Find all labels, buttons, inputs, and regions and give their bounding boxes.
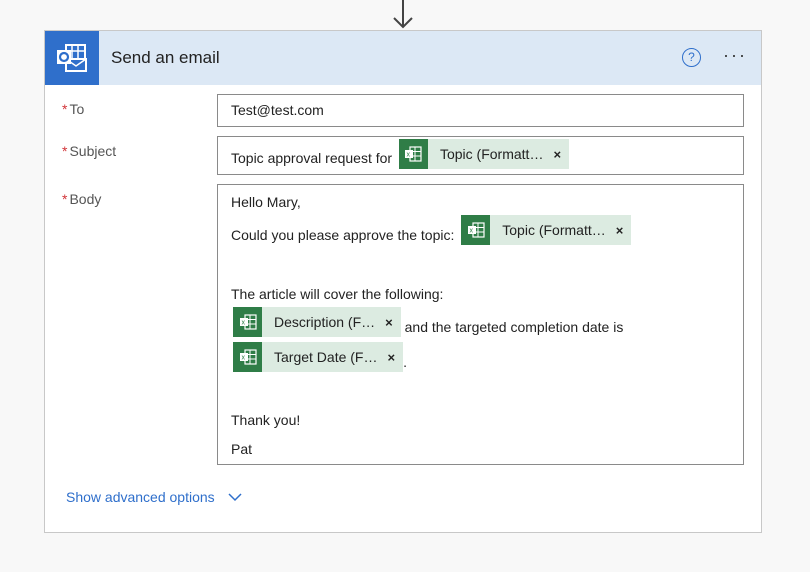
help-icon[interactable]: ? bbox=[682, 48, 701, 67]
svg-text:x: x bbox=[469, 228, 473, 235]
excel-icon: x bbox=[399, 139, 428, 169]
required-marker: * bbox=[62, 101, 67, 117]
body-line: The article will cover the following: bbox=[231, 286, 443, 302]
excel-icon: x bbox=[233, 342, 262, 372]
body-text: Could you please approve the topic: bbox=[231, 227, 454, 243]
svg-text:x: x bbox=[241, 320, 245, 327]
more-options-icon[interactable]: ··· bbox=[723, 45, 747, 66]
body-text: . bbox=[403, 354, 407, 370]
svg-text:x: x bbox=[241, 355, 245, 362]
body-line: x Description (F…× and the targeted compl… bbox=[233, 307, 623, 337]
subject-label: *Subject bbox=[62, 143, 116, 159]
body-line: x Target Date (F…×. bbox=[233, 342, 407, 372]
token-label: Description (F… bbox=[262, 314, 385, 330]
advanced-label: Show advanced options bbox=[66, 489, 215, 505]
subject-text: Topic approval request for bbox=[231, 150, 392, 166]
required-marker: * bbox=[62, 143, 67, 159]
body-label-text: Body bbox=[69, 191, 101, 207]
card-title: Send an email bbox=[111, 48, 220, 68]
body-text: and the targeted completion date is bbox=[405, 319, 624, 335]
remove-token-icon[interactable]: × bbox=[385, 315, 401, 330]
outlook-icon bbox=[45, 31, 99, 85]
token-label: Topic (Formatt… bbox=[490, 222, 615, 238]
svg-text:x: x bbox=[407, 152, 411, 159]
remove-token-icon[interactable]: × bbox=[616, 223, 632, 238]
remove-token-icon[interactable]: × bbox=[553, 147, 569, 162]
to-input[interactable]: Test@test.com bbox=[217, 94, 744, 127]
token-topic[interactable]: x Topic (Formatt…× bbox=[461, 215, 631, 245]
body-line: Thank you! bbox=[231, 412, 300, 428]
token-description[interactable]: x Description (F…× bbox=[233, 307, 401, 337]
required-marker: * bbox=[62, 191, 67, 207]
token-label: Topic (Formatt… bbox=[428, 146, 553, 162]
to-label: *To bbox=[62, 101, 84, 117]
token-target-date[interactable]: x Target Date (F…× bbox=[233, 342, 403, 372]
body-line: Hello Mary, bbox=[231, 194, 301, 210]
remove-token-icon[interactable]: × bbox=[387, 350, 403, 365]
card-header[interactable]: Send an email ? ··· bbox=[45, 31, 761, 85]
body-label: *Body bbox=[62, 191, 101, 207]
to-value: Test@test.com bbox=[231, 102, 324, 118]
token-label: Target Date (F… bbox=[262, 349, 387, 365]
body-line: Pat bbox=[231, 441, 252, 457]
excel-icon: x bbox=[233, 307, 262, 337]
body-line: Could you please approve the topic: x Top… bbox=[231, 215, 631, 245]
token-topic[interactable]: x Topic (Formatt…× bbox=[399, 139, 569, 169]
body-input[interactable]: Hello Mary, Could you please approve the… bbox=[217, 184, 744, 465]
flow-arrow-icon bbox=[392, 0, 414, 30]
chevron-down-icon bbox=[227, 492, 243, 502]
excel-icon: x bbox=[461, 215, 490, 245]
subject-label-text: Subject bbox=[69, 143, 116, 159]
to-label-text: To bbox=[69, 101, 84, 117]
send-email-card: Send an email ? ··· *To Test@test.com *S… bbox=[44, 30, 762, 533]
show-advanced-options-link[interactable]: Show advanced options bbox=[66, 489, 243, 505]
subject-input[interactable]: Topic approval request for x Topic (Forma… bbox=[217, 136, 744, 175]
